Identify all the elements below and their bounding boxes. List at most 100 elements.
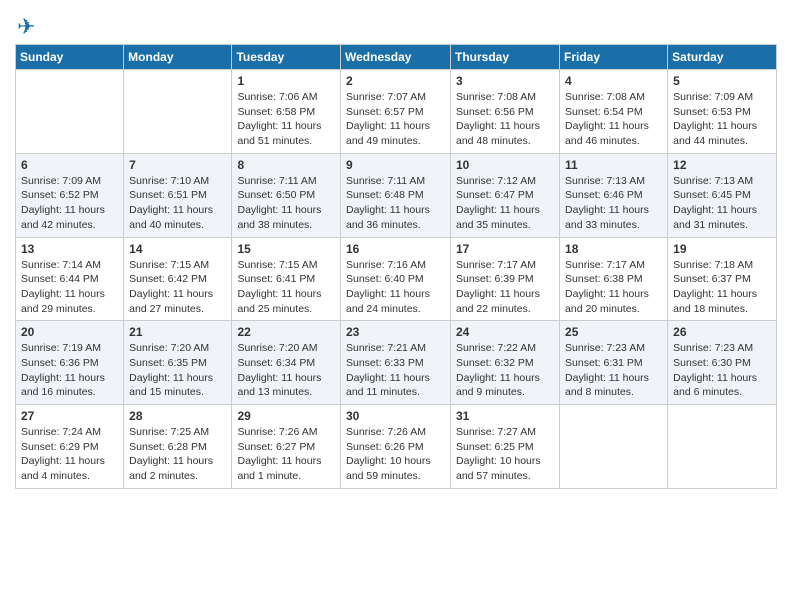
calendar-cell: 4Sunrise: 7:08 AM Sunset: 6:54 PM Daylig…	[560, 70, 668, 154]
header-day-friday: Friday	[560, 45, 668, 70]
calendar-body: 1 Sunrise: 7:06 AM Sunset: 6:58 PM Daylig…	[16, 70, 777, 489]
day-details: Sunrise: 7:23 AM Sunset: 6:30 PM Dayligh…	[673, 341, 771, 400]
calendar-cell: 11 Sunrise: 7:13 AM Sunset: 6:46 PM Dayli…	[560, 153, 668, 237]
calendar-cell	[124, 70, 232, 154]
day-details: Sunrise: 7:12 AM Sunset: 6:47 PM Dayligh…	[456, 174, 554, 233]
day-number: 2	[346, 74, 445, 88]
day-details: Sunrise: 7:27 AM Sunset: 6:25 PM Dayligh…	[456, 425, 554, 484]
day-number: 17	[456, 242, 554, 256]
calendar-cell: 7 Sunrise: 7:10 AM Sunset: 6:51 PM Daylig…	[124, 153, 232, 237]
calendar-cell: 30 Sunrise: 7:26 AM Sunset: 6:26 PM Dayli…	[341, 405, 451, 489]
day-number: 5	[673, 74, 771, 88]
calendar-cell: 5 Sunrise: 7:09 AM Sunset: 6:53 PM Daylig…	[668, 70, 777, 154]
day-details: Sunrise: 7:25 AM Sunset: 6:28 PM Dayligh…	[129, 425, 226, 484]
day-number: 7	[129, 158, 226, 172]
day-details: Sunrise: 7:07 AM Sunset: 6:57 PM Dayligh…	[346, 90, 445, 149]
calendar-table: SundayMondayTuesdayWednesdayThursdayFrid…	[15, 44, 777, 489]
calendar-cell: 22Sunrise: 7:20 AM Sunset: 6:34 PM Dayli…	[232, 321, 341, 405]
day-number: 6	[21, 158, 118, 172]
day-details: Sunrise: 7:15 AM Sunset: 6:42 PM Dayligh…	[129, 258, 226, 317]
calendar-cell: 8 Sunrise: 7:11 AM Sunset: 6:50 PM Daylig…	[232, 153, 341, 237]
day-number: 13	[21, 242, 118, 256]
calendar-cell: 14 Sunrise: 7:15 AM Sunset: 6:42 PM Dayli…	[124, 237, 232, 321]
day-details: Sunrise: 7:24 AM Sunset: 6:29 PM Dayligh…	[21, 425, 118, 484]
day-details: Sunrise: 7:11 AM Sunset: 6:48 PM Dayligh…	[346, 174, 445, 233]
day-number: 3	[456, 74, 554, 88]
day-number: 15	[237, 242, 335, 256]
day-number: 8	[237, 158, 335, 172]
header-day-thursday: Thursday	[451, 45, 560, 70]
calendar-cell: 1 Sunrise: 7:06 AM Sunset: 6:58 PM Daylig…	[232, 70, 341, 154]
calendar-header: SundayMondayTuesdayWednesdayThursdayFrid…	[16, 45, 777, 70]
day-details: Sunrise: 7:11 AM Sunset: 6:50 PM Dayligh…	[237, 174, 335, 233]
calendar-week-4: 20Sunrise: 7:19 AM Sunset: 6:36 PM Dayli…	[16, 321, 777, 405]
day-number: 21	[129, 325, 226, 339]
day-details: Sunrise: 7:20 AM Sunset: 6:35 PM Dayligh…	[129, 341, 226, 400]
calendar-week-5: 27 Sunrise: 7:24 AM Sunset: 6:29 PM Dayli…	[16, 405, 777, 489]
logo-bird-icon: ✈	[17, 14, 35, 40]
calendar-cell	[668, 405, 777, 489]
calendar-week-1: 1 Sunrise: 7:06 AM Sunset: 6:58 PM Daylig…	[16, 70, 777, 154]
day-details: Sunrise: 7:16 AM Sunset: 6:40 PM Dayligh…	[346, 258, 445, 317]
day-number: 12	[673, 158, 771, 172]
calendar-cell: 13 Sunrise: 7:14 AM Sunset: 6:44 PM Dayli…	[16, 237, 124, 321]
day-details: Sunrise: 7:26 AM Sunset: 6:27 PM Dayligh…	[237, 425, 335, 484]
day-number: 19	[673, 242, 771, 256]
day-number: 10	[456, 158, 554, 172]
day-details: Sunrise: 7:10 AM Sunset: 6:51 PM Dayligh…	[129, 174, 226, 233]
calendar-cell: 19 Sunrise: 7:18 AM Sunset: 6:37 PM Dayli…	[668, 237, 777, 321]
day-number: 31	[456, 409, 554, 423]
day-number: 25	[565, 325, 662, 339]
day-details: Sunrise: 7:09 AM Sunset: 6:52 PM Dayligh…	[21, 174, 118, 233]
day-number: 28	[129, 409, 226, 423]
day-number: 11	[565, 158, 662, 172]
day-number: 29	[237, 409, 335, 423]
day-number: 27	[21, 409, 118, 423]
day-number: 18	[565, 242, 662, 256]
day-details: Sunrise: 7:15 AM Sunset: 6:41 PM Dayligh…	[237, 258, 335, 317]
calendar-cell: 27 Sunrise: 7:24 AM Sunset: 6:29 PM Dayli…	[16, 405, 124, 489]
page-header: ✈	[15, 10, 777, 40]
day-details: Sunrise: 7:23 AM Sunset: 6:31 PM Dayligh…	[565, 341, 662, 400]
calendar-cell: 20Sunrise: 7:19 AM Sunset: 6:36 PM Dayli…	[16, 321, 124, 405]
day-number: 22	[237, 325, 335, 339]
day-details: Sunrise: 7:14 AM Sunset: 6:44 PM Dayligh…	[21, 258, 118, 317]
calendar-cell: 28 Sunrise: 7:25 AM Sunset: 6:28 PM Dayli…	[124, 405, 232, 489]
day-number: 1	[237, 74, 335, 88]
day-details: Sunrise: 7:13 AM Sunset: 6:46 PM Dayligh…	[565, 174, 662, 233]
calendar-cell	[16, 70, 124, 154]
calendar-cell: 9 Sunrise: 7:11 AM Sunset: 6:48 PM Daylig…	[341, 153, 451, 237]
day-details: Sunrise: 7:26 AM Sunset: 6:26 PM Dayligh…	[346, 425, 445, 484]
day-number: 9	[346, 158, 445, 172]
calendar-cell: 16 Sunrise: 7:16 AM Sunset: 6:40 PM Dayli…	[341, 237, 451, 321]
day-number: 16	[346, 242, 445, 256]
calendar-cell: 10 Sunrise: 7:12 AM Sunset: 6:47 PM Dayli…	[451, 153, 560, 237]
calendar-cell: 6 Sunrise: 7:09 AM Sunset: 6:52 PM Daylig…	[16, 153, 124, 237]
day-details: Sunrise: 7:18 AM Sunset: 6:37 PM Dayligh…	[673, 258, 771, 317]
calendar-cell: 24Sunrise: 7:22 AM Sunset: 6:32 PM Dayli…	[451, 321, 560, 405]
calendar-cell: 21 Sunrise: 7:20 AM Sunset: 6:35 PM Dayli…	[124, 321, 232, 405]
day-details: Sunrise: 7:06 AM Sunset: 6:58 PM Dayligh…	[237, 90, 335, 149]
day-number: 26	[673, 325, 771, 339]
calendar-cell: 18Sunrise: 7:17 AM Sunset: 6:38 PM Dayli…	[560, 237, 668, 321]
header-row: SundayMondayTuesdayWednesdayThursdayFrid…	[16, 45, 777, 70]
day-details: Sunrise: 7:22 AM Sunset: 6:32 PM Dayligh…	[456, 341, 554, 400]
day-details: Sunrise: 7:13 AM Sunset: 6:45 PM Dayligh…	[673, 174, 771, 233]
calendar-cell: 31 Sunrise: 7:27 AM Sunset: 6:25 PM Dayli…	[451, 405, 560, 489]
calendar-cell: 15 Sunrise: 7:15 AM Sunset: 6:41 PM Dayli…	[232, 237, 341, 321]
header-day-sunday: Sunday	[16, 45, 124, 70]
calendar-cell: 3 Sunrise: 7:08 AM Sunset: 6:56 PM Daylig…	[451, 70, 560, 154]
day-details: Sunrise: 7:08 AM Sunset: 6:54 PM Dayligh…	[565, 90, 662, 149]
calendar-week-2: 6 Sunrise: 7:09 AM Sunset: 6:52 PM Daylig…	[16, 153, 777, 237]
calendar-cell: 25 Sunrise: 7:23 AM Sunset: 6:31 PM Dayli…	[560, 321, 668, 405]
logo: ✈	[15, 10, 35, 40]
day-number: 30	[346, 409, 445, 423]
calendar-cell: 29 Sunrise: 7:26 AM Sunset: 6:27 PM Dayli…	[232, 405, 341, 489]
calendar-cell: 17Sunrise: 7:17 AM Sunset: 6:39 PM Dayli…	[451, 237, 560, 321]
day-details: Sunrise: 7:19 AM Sunset: 6:36 PM Dayligh…	[21, 341, 118, 400]
day-number: 14	[129, 242, 226, 256]
calendar-week-3: 13 Sunrise: 7:14 AM Sunset: 6:44 PM Dayli…	[16, 237, 777, 321]
day-details: Sunrise: 7:08 AM Sunset: 6:56 PM Dayligh…	[456, 90, 554, 149]
header-day-tuesday: Tuesday	[232, 45, 341, 70]
day-details: Sunrise: 7:09 AM Sunset: 6:53 PM Dayligh…	[673, 90, 771, 149]
